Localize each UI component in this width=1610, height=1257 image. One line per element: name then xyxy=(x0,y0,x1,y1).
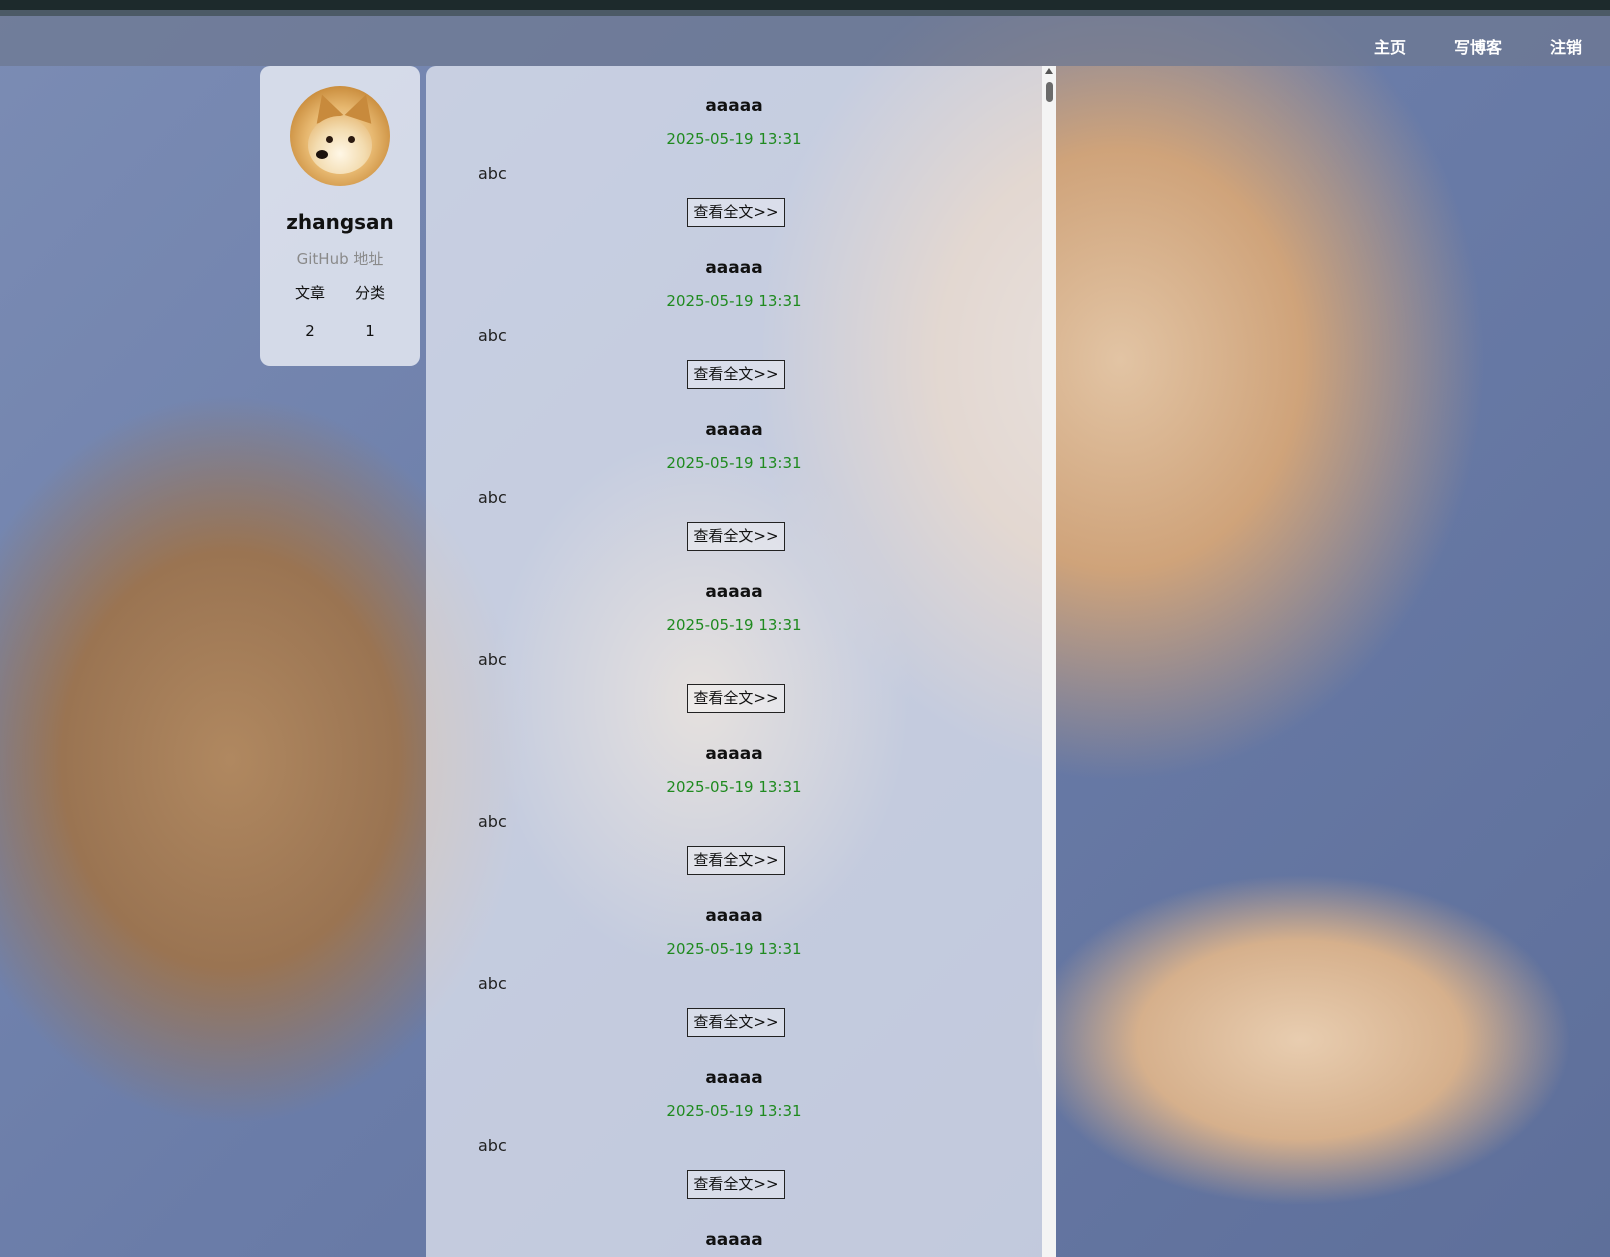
article-desc: abc xyxy=(478,488,507,507)
article-date: 2025-05-19 13:31 xyxy=(666,616,802,634)
article-title: aaaaa xyxy=(705,582,763,602)
article-date: 2025-05-19 13:31 xyxy=(666,292,802,310)
article-item: aaaaa 2025-05-19 13:31 abc 查看全文>> xyxy=(426,1038,1042,1200)
nav-write-blog-link[interactable]: 写博客 xyxy=(1454,34,1502,58)
article-item: aaaaa 2025-05-19 13:31 abc 查看全文>> xyxy=(426,390,1042,552)
article-title: aaaaa xyxy=(705,1230,763,1250)
article-date: 2025-05-19 13:31 xyxy=(666,454,802,472)
nav-home-link[interactable]: 主页 xyxy=(1374,34,1406,58)
avatar-eye-left xyxy=(326,136,333,143)
scrollbar[interactable] xyxy=(1042,66,1056,1257)
scroll-up-arrow-icon[interactable] xyxy=(1045,68,1053,74)
read-more-button[interactable]: 查看全文>> xyxy=(687,684,785,713)
article-title: aaaaa xyxy=(705,906,763,926)
read-more-button[interactable]: 查看全文>> xyxy=(687,1170,785,1199)
article-desc: abc xyxy=(478,326,507,345)
article-item: aaaaa 2025-05-19 13:31 abc 查看全文>> xyxy=(426,228,1042,390)
article-item: aaaaa 2025-05-19 13:31 abc 查看全文>> xyxy=(426,714,1042,876)
nav-links: 主页 写博客 注销 xyxy=(1374,34,1582,58)
article-title: aaaaa xyxy=(705,258,763,278)
article-date: 2025-05-19 13:31 xyxy=(666,778,802,796)
article-title: aaaaa xyxy=(705,96,763,116)
avatar xyxy=(290,86,390,186)
avatar-face xyxy=(308,116,372,174)
article-title: aaaaa xyxy=(705,744,763,764)
article-desc: abc xyxy=(478,974,507,993)
read-more-button[interactable]: 查看全文>> xyxy=(687,522,785,551)
stat-label-articles: 文章 xyxy=(294,284,325,302)
article-item: aaaaa xyxy=(426,1200,1042,1257)
article-title: aaaaa xyxy=(705,1068,763,1088)
article-item: aaaaa 2025-05-19 13:31 abc 查看全文>> xyxy=(426,552,1042,714)
stat-value-articles: 2 xyxy=(305,322,315,340)
article-desc: abc xyxy=(478,164,507,183)
read-more-button[interactable]: 查看全文>> xyxy=(687,198,785,227)
read-more-button[interactable]: 查看全文>> xyxy=(687,1008,785,1037)
browser-top-strip xyxy=(0,0,1610,10)
article-date: 2025-05-19 13:31 xyxy=(666,940,802,958)
stats-values: 2 1 xyxy=(280,322,400,340)
read-more-button[interactable]: 查看全文>> xyxy=(687,846,785,875)
profile-username: zhangsan xyxy=(286,210,394,234)
nav-logout-link[interactable]: 注销 xyxy=(1550,34,1582,58)
article-item: aaaaa 2025-05-19 13:31 abc 查看全文>> xyxy=(426,66,1042,228)
scroll-thumb[interactable] xyxy=(1046,82,1053,102)
avatar-nose xyxy=(316,150,328,159)
avatar-eye-right xyxy=(348,136,355,143)
article-title: aaaaa xyxy=(705,420,763,440)
stat-label-categories: 分类 xyxy=(354,284,385,302)
article-item: aaaaa 2025-05-19 13:31 abc 查看全文>> xyxy=(426,876,1042,1038)
stats-labels: 文章 分类 xyxy=(280,282,400,303)
profile-card: zhangsan GitHub 地址 文章 分类 2 1 xyxy=(260,66,420,366)
article-date: 2025-05-19 13:31 xyxy=(666,130,802,148)
article-desc: abc xyxy=(478,812,507,831)
article-list: aaaaa 2025-05-19 13:31 abc 查看全文>> aaaaa … xyxy=(426,66,1042,1257)
article-date: 2025-05-19 13:31 xyxy=(666,1102,802,1120)
stat-value-categories: 1 xyxy=(365,322,375,340)
read-more-button[interactable]: 查看全文>> xyxy=(687,360,785,389)
github-link[interactable]: GitHub 地址 xyxy=(260,248,420,269)
navbar: 主页 写博客 注销 xyxy=(0,10,1610,66)
article-desc: abc xyxy=(478,650,507,669)
article-desc: abc xyxy=(478,1136,507,1155)
